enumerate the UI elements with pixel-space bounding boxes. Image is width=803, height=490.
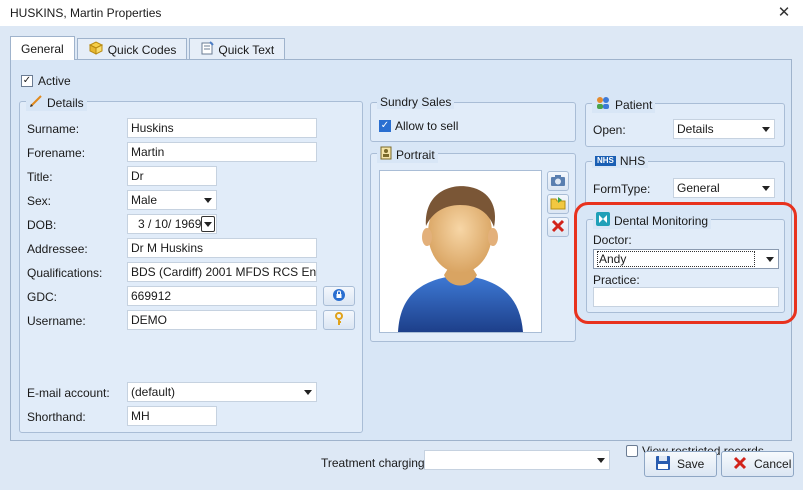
gdc-label: GDC: [27, 290, 57, 304]
sex-value: Male [131, 193, 158, 207]
gdc-lookup-button[interactable] [323, 286, 355, 306]
allow-to-sell-checkbox[interactable]: ✓ [379, 120, 391, 132]
chevron-down-icon [204, 222, 212, 227]
formtype-select[interactable]: General [673, 178, 775, 198]
remove-image-button[interactable] [547, 217, 569, 237]
title-bar: HUSKINS, Martin Properties ✕ [0, 0, 803, 26]
dob-label: DOB: [27, 218, 57, 232]
cancel-button[interactable]: Cancel [721, 451, 794, 477]
tab-strip: General Quick Codes Quick Text [10, 36, 287, 60]
password-button[interactable] [323, 310, 355, 330]
tab-general[interactable]: General [10, 36, 75, 60]
details-title: Details [47, 95, 84, 110]
chevron-down-icon [304, 390, 312, 395]
email-account-value: (default) [131, 385, 176, 399]
tab-quick-text[interactable]: Quick Text [189, 38, 286, 60]
shorthand-label: Shorthand: [27, 410, 86, 424]
package-icon [88, 41, 104, 58]
portrait-title-text: Portrait [396, 147, 435, 162]
surname-field[interactable]: Huskins [127, 118, 317, 138]
window-title: HUSKINS, Martin Properties [10, 6, 162, 20]
active-label: Active [38, 74, 71, 88]
sundry-sales-title: Sundry Sales [377, 95, 455, 109]
username-field[interactable]: DEMO [127, 310, 317, 330]
patient-group: Patient Open: Details [585, 96, 785, 147]
allow-to-sell-label: Allow to sell [395, 119, 459, 133]
folder-open-icon [550, 196, 566, 213]
sundry-sales-group: Sundry Sales ✓ Allow to sell [370, 95, 576, 142]
email-account-label: E-mail account: [27, 386, 110, 400]
window-body: General Quick Codes Quick Text ✓ Active [0, 26, 803, 490]
tab-label: Quick Codes [107, 42, 177, 57]
treatment-charging-label: Treatment charging: [321, 456, 428, 470]
chevron-down-icon [762, 186, 770, 191]
gdc-field[interactable]: 669912 [127, 286, 317, 306]
pencil-icon [29, 94, 43, 111]
email-account-select[interactable]: (default) [127, 382, 317, 402]
general-tab-panel: ✓ Active Details Surname: Huskins Forena… [10, 59, 797, 458]
nhs-logo: NHS [595, 156, 616, 166]
key-icon [332, 311, 346, 329]
treatment-charging-select[interactable] [424, 450, 610, 470]
chevron-down-icon [597, 458, 605, 463]
qualifications-field[interactable]: BDS (Cardiff) 2001 MFDS RCS Eng [127, 262, 317, 282]
tab-label: General [21, 41, 64, 56]
chevron-down-icon [762, 127, 770, 132]
close-icon [732, 455, 748, 474]
addressee-field[interactable]: Dr M Huskins [127, 238, 317, 258]
load-image-button[interactable] [547, 194, 569, 214]
camera-icon [550, 173, 566, 190]
allow-to-sell-row[interactable]: ✓ Allow to sell [379, 119, 458, 133]
lock-icon [332, 288, 346, 305]
save-label: Save [677, 457, 705, 471]
open-select[interactable]: Details [673, 119, 775, 139]
title-field[interactable]: Dr [127, 166, 217, 186]
date-dropdown-button[interactable] [201, 216, 215, 232]
view-restricted-checkbox[interactable] [626, 445, 638, 457]
active-checkbox[interactable]: ✓ [21, 75, 33, 87]
tab-label: Quick Text [218, 42, 275, 57]
details-group-title: Details [26, 94, 87, 111]
portrait-image [379, 170, 542, 333]
qualifications-label: Qualifications: [27, 266, 103, 280]
close-icon[interactable]: ✕ [775, 4, 793, 22]
open-label: Open: [593, 123, 626, 137]
delete-icon [551, 219, 565, 236]
title-label: Title: [27, 170, 53, 184]
camera-button[interactable] [547, 171, 569, 191]
formtype-label: FormType: [593, 182, 651, 196]
patient-title-text: Patient [615, 97, 653, 112]
forename-field[interactable]: Martin [127, 142, 317, 162]
cancel-label: Cancel [754, 457, 792, 471]
open-value: Details [677, 122, 714, 136]
formtype-value: General [677, 181, 720, 195]
shorthand-field[interactable]: MH [127, 406, 217, 426]
portrait-title: Portrait [377, 146, 438, 163]
notepad-icon [200, 41, 215, 58]
forename-label: Forename: [27, 146, 86, 160]
details-group: Details Surname: Huskins Forename: Marti… [19, 94, 363, 433]
nhs-group: NHS NHS FormType: General [585, 154, 785, 205]
people-icon [595, 96, 611, 113]
sex-label: Sex: [27, 194, 52, 208]
highlight-annotation [574, 202, 797, 324]
save-button[interactable]: Save [644, 451, 717, 477]
chevron-down-icon [204, 198, 212, 203]
nhs-title-text: NHS [619, 154, 646, 168]
patient-title: Patient [592, 96, 656, 113]
sundry-sales-title-text: Sundry Sales [380, 95, 452, 109]
nhs-title: NHS NHS [592, 154, 649, 168]
portrait-icon [380, 146, 392, 163]
surname-label: Surname: [27, 122, 80, 136]
portrait-group: Portrait [370, 146, 576, 342]
addressee-label: Addressee: [27, 242, 88, 256]
dob-value: 3 / 10/ 1969 [138, 217, 202, 231]
active-checkbox-row[interactable]: ✓ Active [21, 74, 71, 88]
username-label: Username: [27, 314, 86, 328]
tab-quick-codes[interactable]: Quick Codes [76, 38, 188, 60]
dob-picker[interactable]: 3 / 10/ 1969 [127, 214, 217, 234]
sex-select[interactable]: Male [127, 190, 217, 210]
floppy-disk-icon [655, 455, 671, 474]
